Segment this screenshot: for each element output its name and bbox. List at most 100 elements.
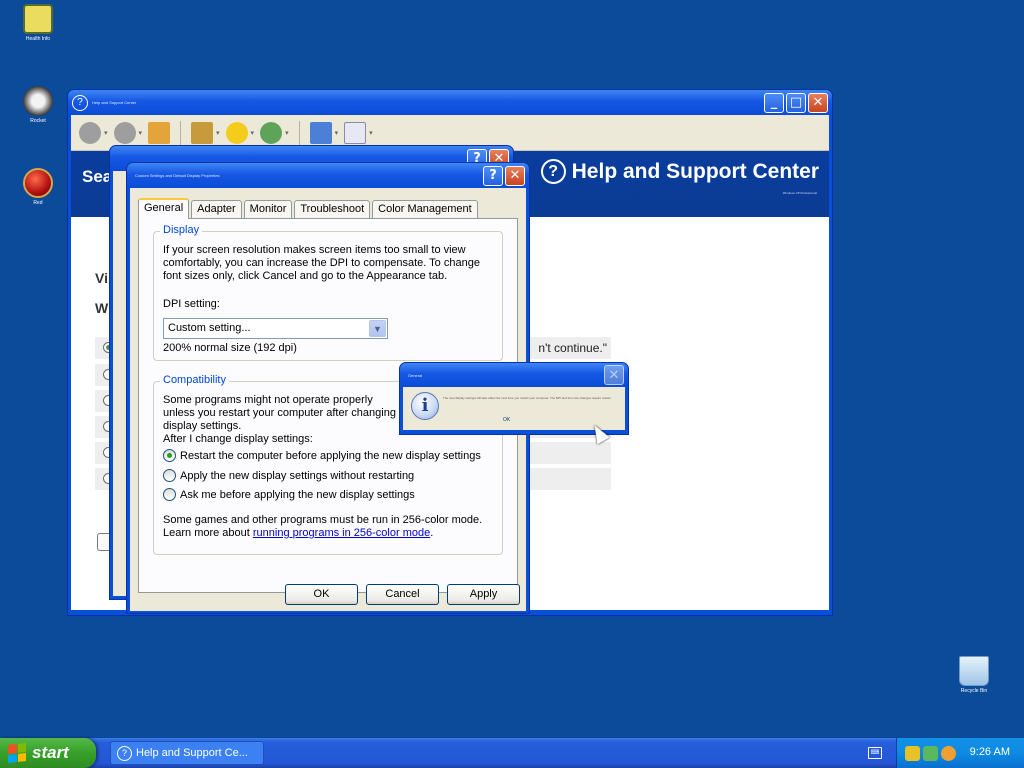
taskbar-item-help[interactable]: ? Help and Support Ce... — [110, 741, 264, 765]
recycle-bin-icon — [959, 656, 989, 686]
tab-monitor[interactable]: Monitor — [243, 200, 293, 218]
option-ask-label: Ask me before applying the new display s… — [180, 488, 415, 501]
windows-flag-icon — [8, 743, 26, 763]
after-change-label: After I change display settings: — [163, 433, 313, 445]
help-icon: ? — [117, 745, 132, 761]
help-window-title: Help and Support Center — [92, 100, 137, 105]
information-icon: i — [411, 392, 439, 420]
start-label: start — [32, 743, 69, 762]
option-restart[interactable]: Restart the computer before applying the… — [163, 449, 481, 462]
dropdown-arrow-icon[interactable]: ▾ — [251, 129, 255, 137]
toolbar-separator — [180, 120, 182, 145]
recycle-bin[interactable]: Recycle Bin — [950, 656, 998, 694]
security-shield-icon[interactable] — [905, 745, 920, 761]
raccoon-icon — [23, 86, 53, 116]
maximize-button[interactable]: □ — [786, 92, 806, 113]
forward-icon[interactable] — [113, 121, 136, 144]
close-button[interactable]: ✕ — [604, 365, 624, 385]
apply-button[interactable]: Apply — [447, 584, 520, 605]
help-option-text: n't continue." — [538, 341, 607, 355]
learn-more-line: Learn more about running programs in 256… — [163, 527, 433, 540]
search-icon[interactable] — [941, 745, 956, 761]
display-group: Display If your screen resolution makes … — [153, 224, 503, 361]
start-button[interactable]: start — [0, 738, 96, 768]
info-title: General — [408, 372, 423, 378]
history-icon[interactable] — [260, 121, 283, 144]
desktop-icon-health[interactable]: Health Info — [14, 4, 62, 42]
dropdown-arrow-icon[interactable]: ▾ — [285, 129, 289, 137]
tab-troubleshoot[interactable]: Troubleshoot — [294, 200, 371, 218]
keyboard-icon[interactable]: ⌨ — [868, 747, 882, 759]
desktop-icon-label: Red — [33, 200, 43, 206]
ok-button[interactable]: OK — [285, 584, 358, 605]
back-icon[interactable] — [79, 121, 101, 144]
minimize-button[interactable]: _ — [764, 92, 784, 113]
compatibility-group-legend: Compatibility — [160, 374, 229, 386]
clock: 9:26 AM — [969, 746, 1010, 758]
taskbar: start ? Help and Support Ce... ⌨ 9:26 AM — [0, 738, 1024, 768]
info-titlebar[interactable]: General ✕ — [400, 363, 628, 387]
dropdown-arrow-icon[interactable]: ▾ — [369, 129, 373, 137]
tab-color-management[interactable]: Color Management — [372, 200, 478, 218]
search-label: Sea — [82, 167, 113, 186]
desktop-icon-raccoon[interactable]: Rocket — [14, 86, 62, 124]
tab-strip: General Adapter Monitor Troubleshoot Col… — [138, 196, 518, 219]
index-icon[interactable] — [191, 121, 214, 144]
dropdown-arrow-icon[interactable]: ▾ — [104, 129, 108, 137]
banner-title-text: Help and Support Center — [571, 159, 819, 183]
games-text: Some games and other programs must be ru… — [163, 514, 483, 526]
learn-more-link[interactable]: running programs in 256-color mode — [253, 527, 430, 539]
display-group-legend: Display — [160, 224, 203, 236]
radio-restart[interactable] — [163, 449, 176, 462]
tab-general[interactable]: General — [138, 198, 190, 219]
close-button[interactable]: ✕ — [808, 92, 828, 113]
help-titlebar[interactable]: ? Help and Support Center _ □ ✕ — [68, 90, 832, 115]
options-icon[interactable] — [344, 121, 367, 144]
dropdown-arrow-icon[interactable]: ▾ — [216, 129, 220, 137]
help-heading-1: Vi — [95, 270, 108, 286]
radio-apply-without-restart[interactable] — [163, 469, 176, 482]
red-ball-icon — [23, 168, 53, 198]
toolbar-separator — [298, 120, 300, 145]
help-button[interactable]: ? — [483, 165, 503, 186]
dpi-label: DPI setting: — [163, 298, 220, 310]
support-icon[interactable] — [309, 121, 332, 144]
favorites-icon[interactable] — [225, 121, 248, 144]
banner-title: ? Help and Support Center — [540, 159, 819, 184]
dpi-select-value: Custom setting... — [168, 322, 251, 334]
tab-adapter[interactable]: Adapter — [191, 200, 242, 218]
dialog-titlebar[interactable]: Custom Settings and Default Display Prop… — [127, 163, 529, 188]
info-message: The new display settings will take effec… — [443, 396, 612, 400]
dpi-select[interactable]: Custom setting... ▼ — [163, 318, 388, 339]
dropdown-arrow-icon[interactable]: ▾ — [139, 129, 143, 137]
help-window-icon: ? — [72, 94, 88, 111]
help-icon: ? — [540, 159, 566, 184]
dropdown-arrow-icon[interactable]: ▾ — [335, 129, 339, 137]
option-apply-without-restart[interactable]: Apply the new display settings without r… — [163, 469, 414, 482]
option-apply-label: Apply the new display settings without r… — [180, 469, 415, 482]
radio-ask-me[interactable] — [163, 488, 176, 501]
desktop-icon-label: Health Info — [25, 36, 51, 42]
dpi-note: 200% normal size (192 dpi) — [163, 342, 297, 354]
banner-subtitle: Windows XP Professional — [782, 191, 817, 195]
home-icon[interactable] — [148, 121, 171, 144]
display-description: If your screen resolution makes screen i… — [163, 244, 480, 282]
desktop-icon-label: Rocket — [30, 118, 46, 124]
learn-more-prefix: Learn more about — [163, 527, 253, 539]
option-ask-me[interactable]: Ask me before applying the new display s… — [163, 488, 415, 501]
option-restart-label: Restart the computer before applying the… — [180, 449, 481, 462]
desktop-icon-red[interactable]: Red — [14, 168, 62, 206]
info-client: i The new display settings will take eff… — [403, 387, 625, 430]
info-ok-button[interactable]: OK — [503, 417, 510, 423]
learn-more-suffix: . — [430, 527, 434, 539]
compatibility-description: Some programs might not operate properly… — [163, 394, 396, 432]
close-button[interactable]: ✕ — [505, 165, 525, 186]
dialog-title: Custom Settings and Default Display Prop… — [135, 173, 220, 178]
system-tray: 9:26 AM — [896, 738, 1024, 768]
desktop-icon-label: Recycle Bin — [960, 688, 988, 694]
health-icon — [23, 4, 53, 34]
cancel-button[interactable]: Cancel — [366, 584, 439, 605]
taskbar-item-label: Help and Support Ce... — [136, 747, 248, 759]
network-icon[interactable] — [923, 745, 938, 761]
chevron-down-icon[interactable]: ▼ — [369, 320, 386, 337]
